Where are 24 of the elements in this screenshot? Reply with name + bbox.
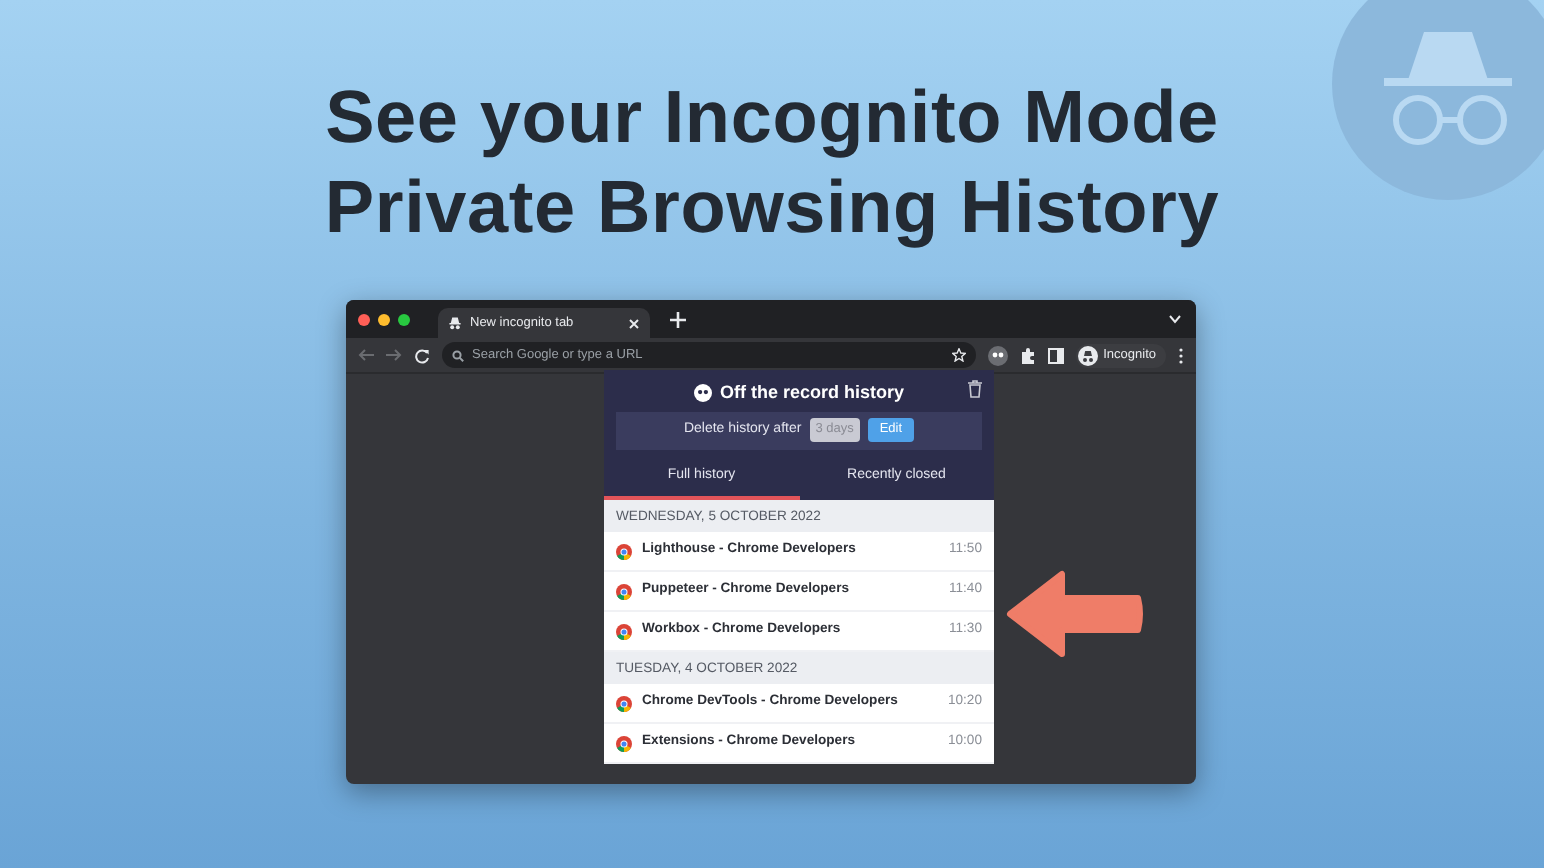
puzzle-icon[interactable] xyxy=(1019,347,1036,363)
more-icon[interactable] xyxy=(1178,347,1184,363)
chevron-down-icon[interactable] xyxy=(1168,314,1182,324)
chrome-icon xyxy=(616,543,632,559)
headline: See your Incognito Mode xyxy=(325,74,1219,162)
new-tab-icon[interactable] xyxy=(670,311,686,327)
incognito-icon xyxy=(448,316,462,330)
chrome-icon xyxy=(616,695,632,711)
incognito-icon xyxy=(1328,0,1544,204)
star-icon[interactable] xyxy=(951,348,966,362)
chrome-icon xyxy=(616,623,632,639)
side-panel-icon[interactable] xyxy=(1047,347,1064,363)
reload-icon[interactable] xyxy=(414,347,430,363)
ghost-icon xyxy=(693,383,712,402)
trash-icon[interactable] xyxy=(968,380,982,398)
popup-title: Off the record history xyxy=(719,379,904,406)
chrome-icon xyxy=(616,735,632,751)
headline: Private Browsing History xyxy=(324,164,1220,252)
incognito-icon xyxy=(1077,345,1098,365)
extension-icon[interactable] xyxy=(987,345,1008,365)
arrow-drawing xyxy=(1006,566,1146,662)
chrome-icon xyxy=(616,583,632,599)
close-icon[interactable] xyxy=(628,317,640,329)
search-icon xyxy=(452,349,464,361)
